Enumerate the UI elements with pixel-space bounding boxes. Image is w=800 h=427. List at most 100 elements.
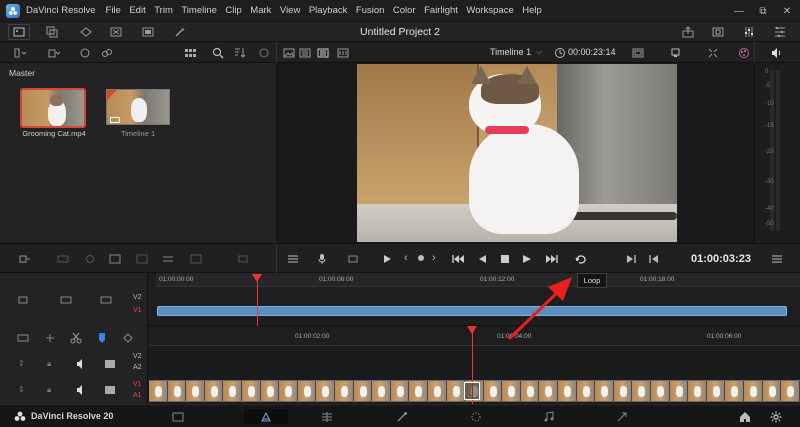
viewer-mode-1-icon[interactable]: [298, 46, 312, 59]
snap-icon[interactable]: [42, 332, 58, 344]
metadata-icon[interactable]: [772, 25, 788, 39]
viewer-mode-2-icon[interactable]: [316, 46, 330, 59]
menu-edit[interactable]: Edit: [129, 5, 145, 16]
ripple-overwrite-icon[interactable]: [82, 252, 98, 266]
upper-playhead-cap-icon[interactable]: [252, 274, 262, 282]
new-bin-icon[interactable]: [42, 46, 66, 59]
share-icon[interactable]: [680, 25, 696, 39]
place-on-top-icon[interactable]: [134, 252, 150, 266]
link-icon[interactable]: [98, 46, 116, 59]
v2-audio-icon[interactable]: [74, 359, 88, 369]
playback-options-icon[interactable]: [340, 252, 368, 266]
insert-menu-icon[interactable]: [230, 252, 258, 266]
microphone-icon[interactable]: [313, 252, 331, 266]
v2-video-icon[interactable]: [103, 359, 117, 369]
menu-timeline[interactable]: Timeline: [181, 5, 217, 16]
v1-audio-icon[interactable]: [74, 385, 88, 395]
menu-trim[interactable]: Trim: [154, 5, 173, 16]
close-button[interactable]: ✕: [776, 0, 798, 22]
stop-icon[interactable]: [498, 252, 512, 266]
smart-bin-icon[interactable]: [76, 46, 94, 59]
thumbnail-view-icon[interactable]: [178, 46, 202, 59]
upper-timeline[interactable]: V2 V1 01:00:00:00 01:00:06:00 01:00:12:0…: [0, 273, 800, 326]
menu-help[interactable]: Help: [522, 5, 542, 16]
v2-lock-icon[interactable]: 🔒︎: [47, 359, 51, 369]
settings-gear-icon[interactable]: [756, 409, 796, 424]
media-timeline-1[interactable]: [106, 89, 170, 125]
viewer-mode-3-icon[interactable]: [336, 46, 350, 59]
lower-timeline[interactable]: ⇕ 🔒︎ ⇕ 🔒︎ V2 A2 V1 A1 01:00:02:00 01:00:…: [0, 326, 800, 404]
loop-icon[interactable]: [572, 250, 590, 268]
lower-playhead-cap-icon[interactable]: [467, 326, 477, 334]
jog-dot-icon[interactable]: [418, 255, 424, 261]
bin-list-toggle-icon[interactable]: [8, 46, 32, 59]
upper-v1-clip[interactable]: [157, 306, 787, 316]
v2-move-icon[interactable]: ⇕: [18, 359, 25, 368]
fullscreen-viewer-icon[interactable]: [710, 25, 726, 39]
mixer-icon[interactable]: [741, 25, 757, 39]
transform-icon[interactable]: [702, 46, 724, 59]
media-clip-grooming-cat[interactable]: [20, 88, 86, 128]
menu-fairlight[interactable]: Fairlight: [424, 5, 458, 16]
edit-point-handle[interactable]: [464, 382, 480, 400]
play-icon[interactable]: [520, 252, 534, 266]
menu-fusion[interactable]: Fusion: [356, 5, 385, 16]
v1-video-icon[interactable]: [103, 385, 117, 395]
minimize-button[interactable]: —: [728, 0, 750, 22]
menu-playback[interactable]: Playback: [309, 5, 348, 16]
sort-icon[interactable]: [232, 46, 248, 59]
maximize-button[interactable]: ⧉: [752, 0, 774, 22]
marker-icon[interactable]: [96, 332, 108, 344]
current-timecode[interactable]: 01:00:03:23: [691, 253, 751, 265]
v1-move-icon[interactable]: ⇕: [18, 385, 25, 394]
go-to-start-icon[interactable]: [450, 252, 466, 266]
page-deliver-icon[interactable]: [600, 409, 644, 424]
sync-icon[interactable]: [256, 46, 272, 59]
play-reverse-step-icon[interactable]: [380, 252, 394, 266]
fit-to-fill-icon[interactable]: [188, 252, 204, 266]
bin-name[interactable]: Master: [9, 68, 35, 78]
close-up-icon[interactable]: [107, 252, 123, 266]
track-output-icon[interactable]: [56, 293, 76, 307]
jog-right-icon[interactable]: ›: [432, 252, 436, 264]
timeline-viewer[interactable]: [276, 63, 754, 243]
smart-insert-icon[interactable]: [12, 252, 38, 266]
page-cut-icon[interactable]: [244, 409, 288, 424]
output-mode-icon[interactable]: [666, 46, 688, 59]
page-color-icon[interactable]: [454, 409, 498, 424]
color-wheel-icon[interactable]: [736, 46, 752, 59]
page-media-icon[interactable]: [156, 409, 200, 424]
page-edit-icon[interactable]: [305, 409, 349, 424]
timeline-view-icon[interactable]: [14, 332, 32, 344]
page-fusion-icon[interactable]: [380, 409, 424, 424]
menu-mark[interactable]: Mark: [250, 5, 271, 16]
viewer-timeline-name[interactable]: Timeline 1: [490, 47, 531, 57]
append-icon[interactable]: [55, 252, 71, 266]
next-edit-icon[interactable]: [624, 252, 638, 266]
previous-edit-icon[interactable]: [647, 252, 661, 266]
play-reverse-icon[interactable]: [475, 252, 489, 266]
safe-area-icon[interactable]: [628, 46, 648, 59]
menu-color[interactable]: Color: [393, 5, 416, 16]
razor-icon[interactable]: [68, 332, 84, 344]
lower-track-header: ⇕ 🔒︎ ⇕ 🔒︎ V2 A2 V1 A1: [0, 326, 148, 404]
jog-left-icon[interactable]: ‹: [404, 252, 408, 264]
speaker-icon[interactable]: [768, 46, 784, 59]
v1-lock-icon[interactable]: 🔒︎: [47, 385, 51, 395]
menu-file[interactable]: File: [106, 5, 121, 16]
menu-workspace[interactable]: Workspace: [466, 5, 513, 16]
viewer-image-icon[interactable]: [282, 46, 296, 59]
options-menu-icon[interactable]: [770, 252, 784, 266]
source-overwrite-icon[interactable]: [160, 252, 176, 266]
search-icon[interactable]: [210, 46, 226, 59]
menu-clip[interactable]: Clip: [225, 5, 241, 16]
track-lock-icon[interactable]: [14, 293, 34, 307]
page-fairlight-icon[interactable]: [527, 409, 571, 424]
upper-playhead[interactable]: [257, 275, 258, 326]
audio-track-mixer-icon[interactable]: [285, 252, 301, 266]
timeline-dropdown-chevron-icon[interactable]: ⌵: [536, 47, 542, 57]
flag-icon[interactable]: [120, 332, 136, 344]
track-visibility-icon[interactable]: [96, 293, 116, 307]
go-to-end-icon[interactable]: [543, 252, 561, 266]
menu-view[interactable]: View: [280, 5, 300, 16]
